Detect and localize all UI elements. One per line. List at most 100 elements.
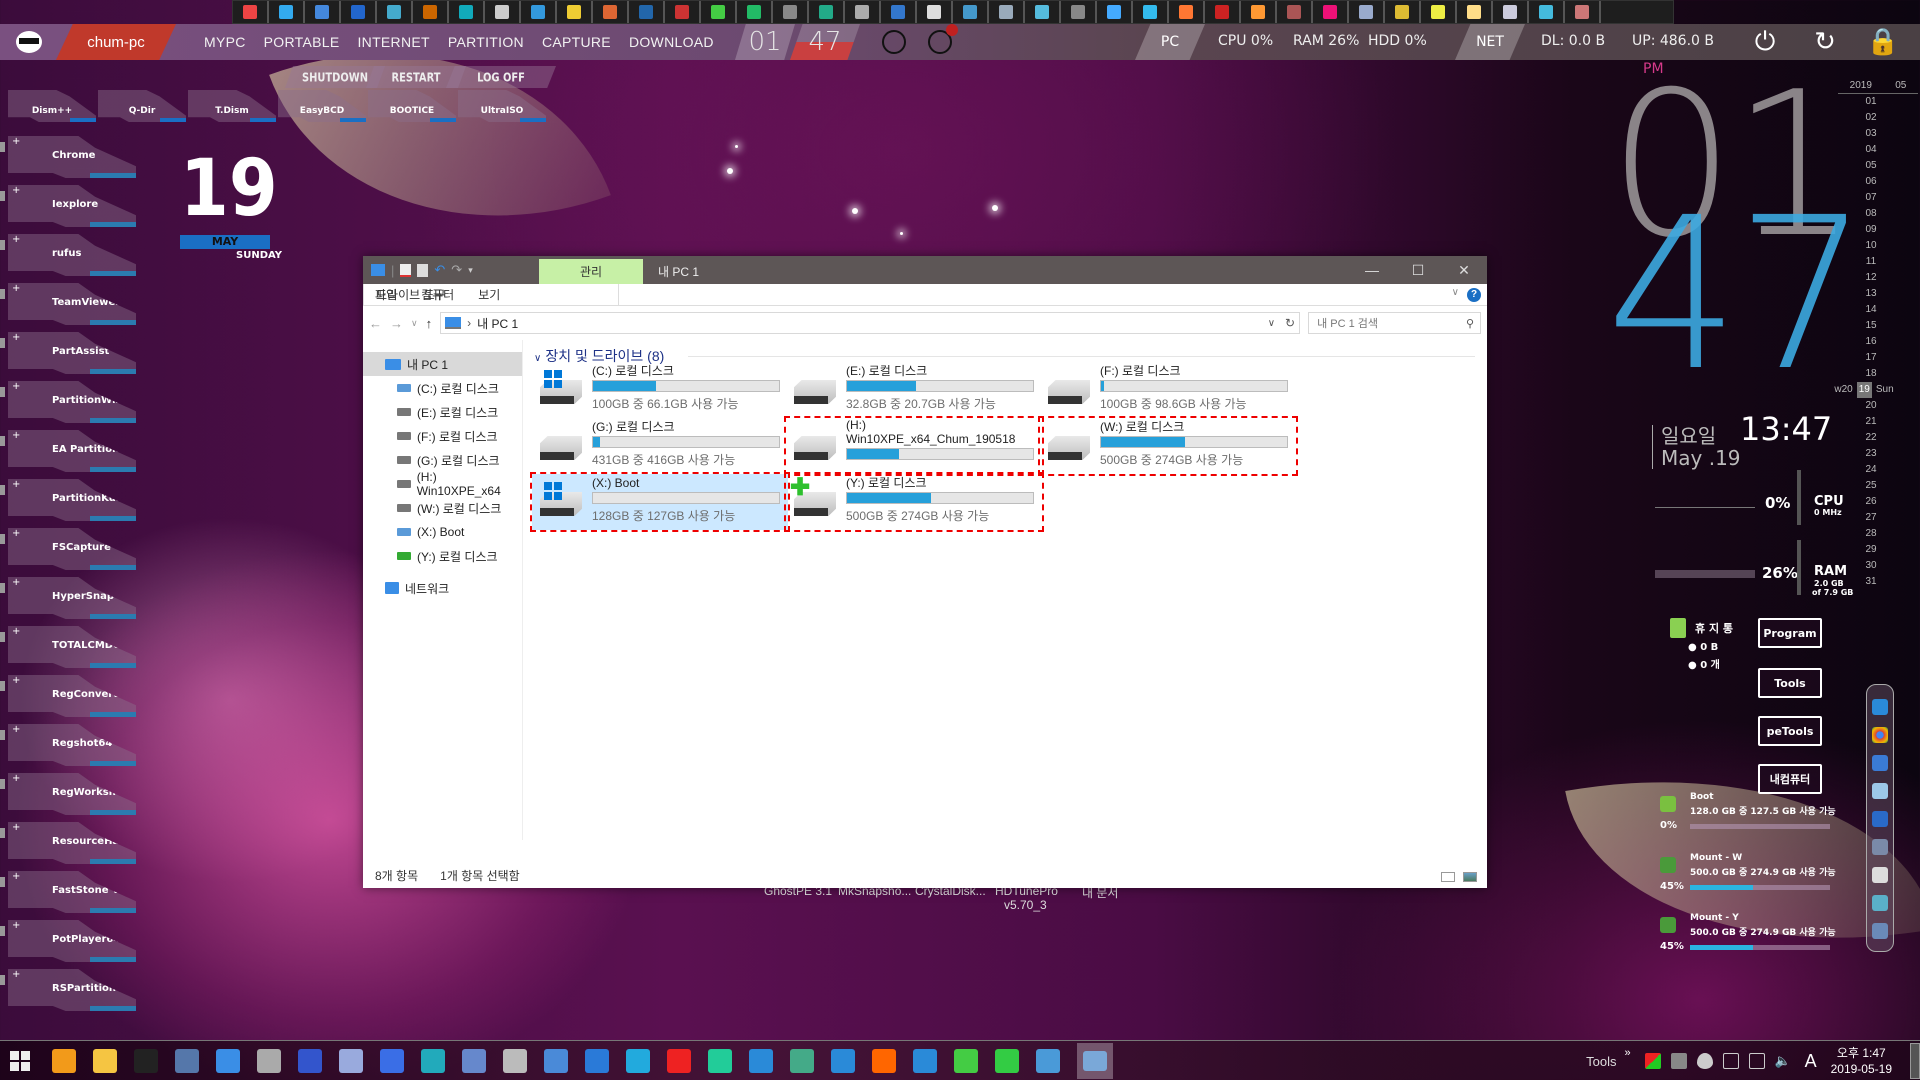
display-icon[interactable] [1872,811,1888,827]
forward-icon[interactable]: → [390,316,403,331]
sidebar-grip-handle[interactable] [0,191,5,201]
launcher-app-icon[interactable] [809,1,845,23]
drive-tile[interactable]: (E:) 로컬 디스크 32.8GB 중 20.7GB 사용 가능 [786,362,1042,418]
up-icon[interactable]: ↑ [426,316,433,331]
control-panel-icon[interactable] [626,1048,650,1073]
presentation-icon[interactable] [708,1048,732,1073]
folder-button-program[interactable]: Program [1758,618,1822,648]
monitor-icon[interactable] [1872,755,1888,771]
installer-icon[interactable] [462,1048,486,1073]
user-icon[interactable] [831,1048,855,1073]
sidebar-app-faststone-viewer[interactable]: + FastStone Viewer [8,871,136,913]
sidebar-grip-handle[interactable] [0,926,5,936]
folder-button-petools[interactable]: peTools [1758,716,1822,746]
search-input[interactable]: 내 PC 1 검색 ⚲ [1308,312,1481,334]
minimize-button[interactable]: — [1349,256,1395,284]
nav-item-drive[interactable]: (C:) 로컬 디스크 [363,376,522,400]
tray-network-meter-icon[interactable] [1644,1053,1661,1069]
tray-toolbar-tools[interactable]: Tools [1586,1054,1616,1069]
sidebar-grip-handle[interactable] [0,289,5,299]
launcher-app-icon[interactable] [701,1,737,23]
nav-item-drive[interactable]: (X:) Boot [363,520,522,544]
cycle-icon[interactable] [421,1048,445,1073]
sidebar-app-regconvert[interactable]: + RegConvert [8,675,136,717]
drive-tile[interactable]: (X:) Boot 128GB 중 127GB 사용 가능 [530,472,790,532]
launcher-app-icon[interactable] [1277,1,1313,23]
launcher-app-icon[interactable] [1493,1,1529,23]
disk-icon[interactable] [1872,867,1888,883]
tray-drop-icon[interactable] [1696,1053,1713,1069]
sidebar-app-hypersnap[interactable]: + HyperSnap [8,577,136,619]
sidebar-grip-handle[interactable] [0,632,5,642]
recent-dropdown-icon[interactable]: ∨ [411,318,418,329]
launcher-app-icon[interactable] [1529,1,1565,23]
file-explorer-icon[interactable] [93,1048,117,1073]
sidebar-app-resourcehacker[interactable]: + ResourceHacker [8,822,136,864]
redo-icon[interactable]: ↷ [451,262,462,278]
launcher-app-icon[interactable] [1385,1,1421,23]
tile-dism[interactable]: Dism++ [8,90,96,122]
wifi-icon[interactable] [667,1048,691,1073]
sidebar-grip-handle[interactable] [0,485,5,495]
sidebar-grip-handle[interactable] [0,387,5,397]
cmd-icon[interactable] [134,1048,158,1073]
launcher-app-icon[interactable] [377,1,413,23]
launcher-app-icon[interactable] [881,1,917,23]
launcher-app-icon[interactable] [845,1,881,23]
logoff-button[interactable]: LOG OFF [446,66,556,88]
launcher-app-icon[interactable] [593,1,629,23]
launcher-app-icon[interactable] [1241,1,1277,23]
drive-tile[interactable]: (W:) 로컬 디스크 500GB 중 274GB 사용 가능 [1038,416,1298,476]
nav-item-drive[interactable]: (Y:) 로컬 디스크 [363,544,522,568]
sidebar-grip-handle[interactable] [0,240,5,250]
drive-tile[interactable]: (F:) 로컬 디스크 100GB 중 98.6GB 사용 가능 [1040,362,1296,418]
launcher-app-icon[interactable] [665,1,701,23]
mail-m-icon[interactable] [928,24,958,54]
settings-icon[interactable] [503,1048,527,1073]
launcher-app-icon[interactable] [737,1,773,23]
lock-button[interactable]: 🔒 [1866,27,1900,57]
sidebar-app-rufus[interactable]: + rufus [8,234,136,276]
nav-internet[interactable]: INTERNET [357,34,429,50]
maximize-button[interactable]: ☐ [1395,256,1441,284]
launcher-app-icon[interactable] [1169,1,1205,23]
power-app-icon[interactable] [52,1048,76,1073]
nav-mypc[interactable]: MYPC [204,34,246,50]
drive-tile[interactable]: (G:) 로컬 디스크 431GB 중 416GB 사용 가능 [532,418,788,474]
nav-item-drive[interactable]: (W:) 로컬 디스크 [363,496,522,520]
launcher-app-icon[interactable] [1421,1,1457,23]
close-button[interactable]: ✕ [1441,256,1487,284]
disk-tool-icon[interactable] [175,1048,199,1073]
nav-item-drive[interactable]: (E:) 로컬 디스크 [363,400,522,424]
sidebar-app-regworkshop[interactable]: + RegWorkshop [8,773,136,815]
sidebar-app-totalcmd64[interactable]: + TOTALCMD64 [8,626,136,668]
nav-item-network[interactable]: 네트워크 [363,576,522,600]
sidebar-app-chrome[interactable]: + Chrome [8,136,136,178]
calculator-icon[interactable] [1872,783,1888,799]
sidebar-app-ea-partition-m[interactable]: + EA Partition M [8,430,136,472]
launcher-app-icon[interactable] [233,1,269,23]
tile-qdir[interactable]: Q-Dir [98,90,186,122]
volume-icon[interactable] [585,1048,609,1073]
sidebar-grip-handle[interactable] [0,975,5,985]
start-button[interactable] [10,1050,30,1071]
chrome-icon[interactable] [995,1048,1019,1073]
properties-icon[interactable] [400,263,412,277]
notebook-icon[interactable] [1872,895,1888,911]
back-icon[interactable]: ← [369,316,382,331]
tray-display-icon[interactable] [1748,1053,1765,1069]
sidebar-app-partassist[interactable]: + PartAssist [8,332,136,374]
sidebar-app-fscapture[interactable]: + FSCapture [8,528,136,570]
nav-download[interactable]: DOWNLOAD [629,34,714,50]
tray-usb-icon[interactable] [1722,1053,1739,1069]
refresh-icon[interactable]: ↻ [1285,316,1295,330]
folder-button-mycomputer[interactable]: 내컴퓨터 [1758,764,1822,794]
system-icon[interactable] [790,1048,814,1073]
sidebar-grip-handle[interactable] [0,338,5,348]
launcher-app-icon[interactable] [953,1,989,23]
nav-partition[interactable]: PARTITION [448,34,524,50]
sidebar-app-partitionwizard[interactable]: + PartitionWizard [8,381,136,423]
nav-capture[interactable]: CAPTURE [542,34,611,50]
launcher-app-icon[interactable] [413,1,449,23]
sidebar-grip-handle[interactable] [0,534,5,544]
